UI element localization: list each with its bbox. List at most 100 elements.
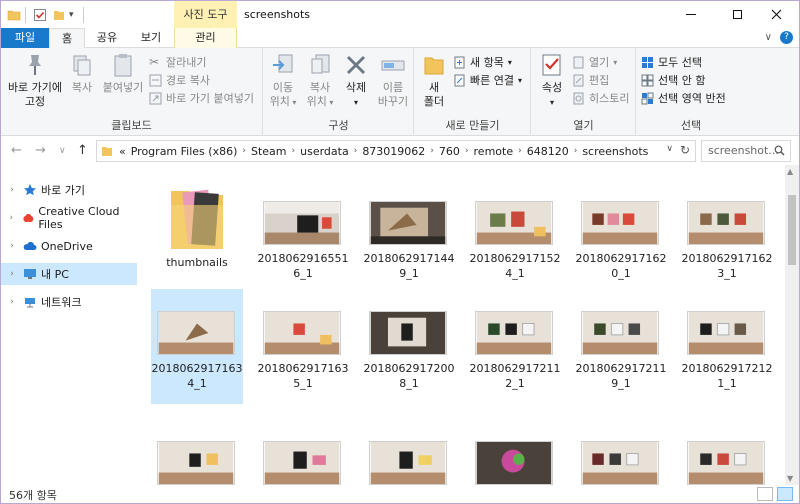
move-to-icon: [273, 54, 293, 73]
image-tile[interactable]: 20180629172119_1: [575, 289, 667, 404]
details-view-icon[interactable]: [757, 487, 773, 501]
close-button[interactable]: [753, 1, 799, 28]
select-all-button[interactable]: 모두 선택: [641, 54, 702, 70]
image-tile-selected[interactable]: 20180629171634_1: [151, 289, 243, 404]
image-tile[interactable]: [575, 429, 667, 485]
vertical-scrollbar[interactable]: ▲ ▼: [785, 165, 799, 485]
rename-button[interactable]: 이름 바꾸기: [374, 52, 412, 109]
image-tile[interactable]: [257, 429, 349, 485]
tab-view[interactable]: 보기: [129, 28, 173, 48]
breadcrumb-item[interactable]: 760: [439, 145, 460, 158]
image-tile[interactable]: 20180629172112_1: [469, 289, 561, 404]
tab-home[interactable]: 홈: [49, 28, 85, 49]
invert-selection-button[interactable]: 선택 영역 반전: [641, 90, 726, 106]
copy-button[interactable]: 복사: [67, 52, 97, 95]
breadcrumb-item[interactable]: Program Files (x86): [131, 145, 238, 158]
breadcrumb-separator-icon[interactable]: ›: [354, 146, 358, 156]
breadcrumb-separator-icon[interactable]: ›: [292, 146, 296, 156]
history-button[interactable]: 히스토리: [572, 90, 629, 106]
properties-button[interactable]: 속성 ▾: [536, 52, 568, 110]
expand-chevron-icon[interactable]: ›: [5, 297, 19, 307]
expand-chevron-icon[interactable]: ›: [5, 185, 19, 195]
help-icon[interactable]: ?: [780, 31, 793, 44]
image-tile[interactable]: 20180629171623_1: [681, 179, 773, 294]
copy-path-button[interactable]: 경로 복사: [149, 72, 210, 88]
breadcrumb-separator-icon[interactable]: ›: [574, 146, 578, 156]
image-tile[interactable]: [469, 429, 561, 485]
minimize-button[interactable]: [668, 1, 714, 28]
nav-item-this-pc[interactable]: › 내 PC: [1, 263, 137, 285]
breadcrumb-item[interactable]: 648120: [527, 145, 569, 158]
delete-button[interactable]: 삭제 ▾: [340, 52, 372, 110]
breadcrumb-separator-icon[interactable]: ›: [465, 146, 469, 156]
breadcrumb-separator-icon[interactable]: ›: [518, 146, 522, 156]
breadcrumb-separator-icon[interactable]: ›: [430, 146, 434, 156]
image-tile[interactable]: 20180629171620_1: [575, 179, 667, 294]
address-dropdown-chevron-icon[interactable]: ∨: [666, 144, 673, 154]
ribbon-collapse-chevron-icon[interactable]: ∨: [765, 32, 772, 43]
copy-to-button[interactable]: 복사 위치 ▾: [302, 52, 338, 110]
expand-chevron-icon[interactable]: ›: [5, 241, 19, 251]
image-tile[interactable]: 20180629171635_1: [257, 289, 349, 404]
breadcrumb-overflow[interactable]: «: [119, 145, 126, 158]
properties-quick-icon[interactable]: [33, 7, 47, 23]
customize-quick-access-icon[interactable]: ▾: [69, 7, 74, 23]
image-thumbnail: [369, 201, 447, 245]
image-tile[interactable]: [681, 429, 773, 485]
nav-item-onedrive[interactable]: › OneDrive: [1, 235, 137, 257]
paste-button[interactable]: 붙여넣기: [99, 52, 147, 95]
paste-shortcut-button[interactable]: 바로 가기 붙여넣기: [149, 90, 254, 106]
forward-arrow-icon[interactable]: →: [35, 143, 46, 158]
image-tile[interactable]: [363, 429, 455, 485]
edit-button[interactable]: 편집: [572, 72, 609, 88]
breadcrumb-separator-icon[interactable]: ›: [242, 146, 246, 156]
properties-check-icon: [542, 54, 561, 76]
pin-quick-access-button[interactable]: 바로 가기에 고정: [5, 52, 65, 109]
image-thumbnail: [263, 201, 341, 245]
up-arrow-icon[interactable]: ↑: [77, 143, 88, 158]
open-icon: [573, 56, 584, 68]
nav-item-quick-access[interactable]: › 바로 가기: [1, 179, 137, 201]
easy-access-button[interactable]: 빠른 연결 ▾: [453, 72, 522, 88]
breadcrumb-item[interactable]: remote: [474, 145, 514, 158]
image-tile[interactable]: 20180629171524_1: [469, 179, 561, 294]
image-tile[interactable]: 20180629165516_1: [257, 179, 349, 294]
breadcrumb-item[interactable]: 873019062: [362, 145, 425, 158]
folder-icon[interactable]: [7, 7, 21, 23]
move-to-button[interactable]: 이동 위치 ▾: [266, 52, 300, 110]
breadcrumb-item[interactable]: screenshots: [582, 145, 648, 158]
image-tile[interactable]: [151, 429, 243, 485]
new-folder-quick-icon[interactable]: [53, 7, 65, 23]
tab-file[interactable]: 파일: [1, 28, 49, 48]
search-icon[interactable]: [774, 145, 785, 159]
tab-manage[interactable]: 관리: [174, 28, 237, 48]
cut-button[interactable]: ✂ 잘라내기: [149, 54, 206, 70]
tab-share[interactable]: 공유: [87, 28, 127, 48]
expand-chevron-icon[interactable]: ›: [5, 213, 18, 223]
image-tile[interactable]: 20180629172008_1: [363, 289, 455, 404]
rename-label-line2: 바꾸기: [377, 95, 409, 108]
scroll-down-arrow-icon[interactable]: ▼: [787, 474, 793, 483]
scroll-up-arrow-icon[interactable]: ▲: [787, 167, 793, 176]
nav-item-network[interactable]: › 네트워크: [1, 291, 137, 313]
nav-item-creative-cloud[interactable]: › Creative Cloud Files: [1, 205, 137, 231]
refresh-icon[interactable]: ↻: [680, 143, 690, 157]
new-item-button[interactable]: 새 항목 ▾: [453, 54, 512, 70]
expand-chevron-icon[interactable]: ›: [5, 269, 19, 279]
new-folder-button[interactable]: 새 폴더: [419, 52, 449, 109]
image-tile[interactable]: 20180629171449_1: [363, 179, 455, 294]
image-tile[interactable]: 20180629172121_1: [681, 289, 773, 404]
breadcrumb-item[interactable]: Steam: [251, 145, 287, 158]
breadcrumb-item[interactable]: userdata: [300, 145, 349, 158]
large-icons-view-icon[interactable]: [777, 487, 793, 501]
toolbar-divider: [25, 7, 26, 23]
pin-icon: [29, 55, 41, 75]
select-none-button[interactable]: 선택 안 함: [641, 72, 705, 88]
folder-tile[interactable]: thumbnails: [151, 179, 243, 294]
open-button[interactable]: 열기 ▾: [572, 54, 617, 70]
image-thumbnail: [475, 311, 553, 355]
address-bar[interactable]: « Program Files (x86) › Steam › userdata › …: [96, 140, 696, 162]
recent-locations-chevron-icon[interactable]: ∨: [59, 146, 66, 156]
back-arrow-icon[interactable]: ←: [11, 143, 22, 158]
scrollbar-thumb[interactable]: [788, 195, 796, 265]
